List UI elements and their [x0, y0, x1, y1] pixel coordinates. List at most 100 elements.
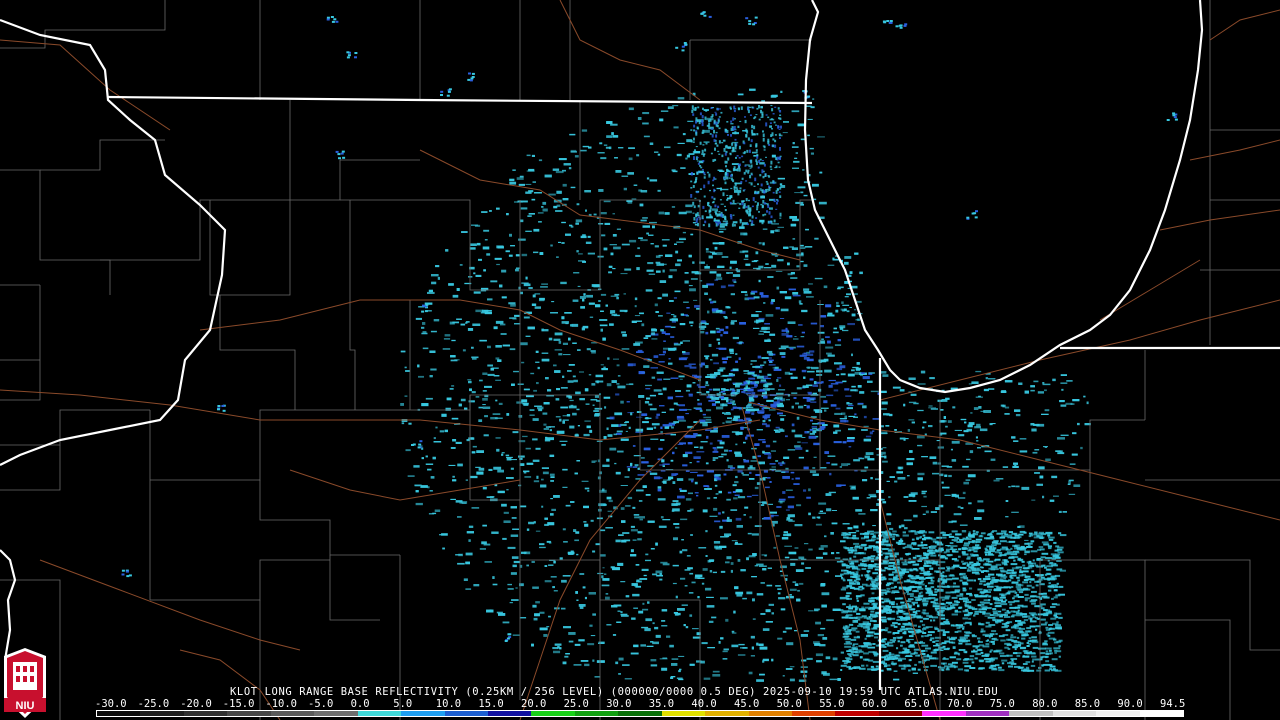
echo-pixel	[817, 136, 825, 138]
echo-pixel	[768, 409, 776, 411]
echo-pixel	[770, 301, 774, 305]
echo-pixel	[475, 274, 482, 277]
echo-pixel	[720, 597, 728, 600]
echo-pixel	[735, 360, 738, 363]
echo-pixel	[841, 301, 844, 304]
echo-pixel	[543, 423, 547, 426]
echo-pixel	[609, 244, 617, 246]
echo-pixel	[606, 624, 612, 626]
echo-pixel	[963, 481, 969, 485]
echo-pixel	[496, 207, 500, 210]
echo-pixel	[603, 200, 611, 203]
echo-pixel	[842, 304, 850, 306]
echo-pixel	[702, 568, 708, 571]
echo-pixel	[747, 532, 752, 535]
echo-pixel	[808, 610, 814, 612]
echo-pixel	[630, 554, 637, 557]
echo-pixel	[417, 364, 420, 368]
echo-pixel	[568, 632, 576, 635]
echo-pixel	[489, 210, 492, 212]
echo-pixel	[634, 305, 637, 308]
echo-pixel	[657, 297, 662, 300]
echo-pixel	[819, 426, 826, 429]
echo-pixel	[472, 358, 477, 360]
echo-pixel	[539, 252, 544, 255]
echo-pixel	[809, 350, 815, 353]
echo-pixel	[762, 628, 770, 631]
echo-pixel	[430, 368, 437, 371]
echo-pixel	[493, 326, 498, 330]
echo-pixel	[602, 578, 610, 581]
echo-pixel	[510, 572, 517, 575]
echo-pixel	[652, 573, 658, 576]
echo-pixel	[658, 254, 663, 257]
echo-pixel	[701, 320, 706, 323]
echo-pixel	[779, 464, 783, 466]
echo-pixel	[714, 520, 721, 523]
echo-pixel	[664, 212, 670, 215]
echo-pixel	[951, 613, 958, 616]
echo-pixel	[644, 417, 652, 419]
echo-pixel	[646, 397, 651, 400]
echo-pixel	[688, 592, 694, 594]
echo-pixel	[640, 644, 646, 647]
echo-pixel	[864, 637, 867, 640]
echo-pixel	[482, 390, 487, 392]
echo-pixel	[415, 490, 419, 493]
echo-pixel	[671, 503, 678, 506]
echo-pixel	[491, 531, 499, 534]
echo-pixel	[740, 232, 747, 236]
echo-pixel	[584, 596, 587, 600]
echo-pixel	[536, 475, 539, 479]
echo-pixel	[607, 434, 613, 437]
echo-pixel	[851, 353, 853, 357]
echo-pixel	[692, 382, 696, 384]
echo-pixel	[794, 630, 798, 632]
echo-pixel	[663, 340, 666, 342]
echo-pixel	[569, 399, 574, 402]
echo-pixel	[726, 556, 732, 560]
echo-pixel	[513, 370, 519, 373]
echo-pixel	[761, 407, 765, 410]
echo-pixel	[687, 120, 694, 122]
echo-pixel	[487, 364, 493, 367]
echo-pixel	[602, 567, 605, 569]
echo-pixel	[639, 578, 648, 580]
echo-pixel	[946, 466, 953, 468]
echo-pixel	[660, 439, 665, 441]
echo-pixel	[831, 522, 838, 525]
echo-pixel	[601, 584, 610, 587]
echo-pixel	[654, 245, 659, 248]
echo-pixel	[509, 178, 515, 182]
echo-pixel	[726, 519, 732, 522]
echo-pixel	[499, 284, 503, 288]
echo-pixel	[803, 489, 807, 492]
echo-pixel	[983, 388, 989, 392]
echo-pixel	[988, 378, 996, 380]
echo-pixel	[859, 271, 863, 275]
echo-pixel	[742, 597, 747, 600]
echo-pixel	[483, 434, 489, 437]
echo-pixel	[702, 284, 708, 288]
echo-pixel	[964, 421, 967, 424]
echo-pixel	[456, 318, 462, 320]
echo-pixel	[893, 670, 898, 672]
echo-pixel	[951, 520, 957, 523]
echo-pixel	[842, 635, 848, 638]
echo-pixel	[751, 576, 757, 578]
echo-pixel	[633, 644, 639, 648]
echo-pixel	[661, 480, 665, 483]
echo-pixel	[492, 413, 501, 415]
echo-pixel	[788, 288, 796, 291]
echo-pixel	[847, 404, 854, 407]
echo-pixel	[431, 274, 439, 277]
echo-pixel	[1008, 540, 1016, 543]
echo-pixel	[589, 429, 593, 433]
echo-pixel	[599, 142, 603, 145]
echo-pixel	[687, 442, 693, 445]
echo-pixel	[547, 389, 552, 392]
echo-pixel	[623, 293, 626, 295]
echo-pixel	[697, 402, 702, 406]
echo-pixel	[562, 169, 566, 172]
echo-pixel	[770, 95, 777, 98]
